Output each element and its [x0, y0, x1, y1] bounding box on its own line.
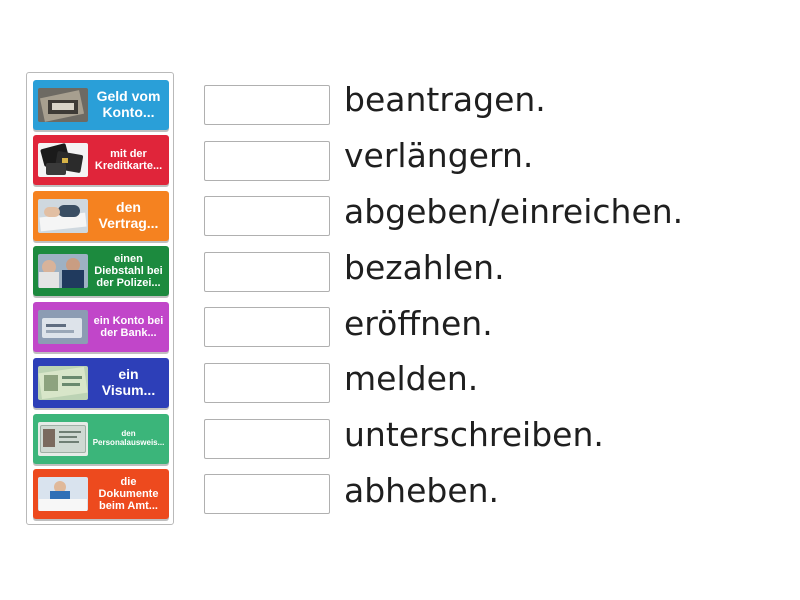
atm-cash-image [38, 88, 88, 122]
tile-mit-der-kreditkarte[interactable]: mit der Kreditkarte... [33, 135, 169, 185]
phrase-8: abheben. [344, 471, 500, 510]
phrase-1: beantragen. [344, 80, 546, 119]
tile-label: einen Diebstahl bei der Polizei... [94, 252, 163, 290]
drop-slot-4[interactable] [204, 252, 330, 292]
answer-tiles-palette: Geld vom Konto... mit der Kreditkarte...… [26, 72, 174, 525]
contract-signing-image [38, 199, 88, 233]
drop-slot-3[interactable] [204, 196, 330, 236]
tile-geld-vom-konto[interactable]: Geld vom Konto... [33, 80, 169, 130]
tile-label: den Personalausweis... [92, 430, 165, 447]
drop-slot-2[interactable] [204, 141, 330, 181]
tile-label: mit der Kreditkarte... [94, 147, 163, 172]
tile-den-vertrag[interactable]: den Vertrag... [33, 191, 169, 241]
tile-einen-diebstahl[interactable]: einen Diebstahl bei der Polizei... [33, 246, 169, 296]
credit-cards-image [38, 143, 88, 177]
office-documents-image [38, 477, 88, 511]
visa-passport-image [38, 366, 88, 400]
tile-die-dokumente[interactable]: die Dokumente beim Amt... [33, 469, 169, 519]
phrase-5: eröffnen. [344, 304, 493, 343]
phrase-3: abgeben/einreichen. [344, 192, 684, 231]
phrase-2: verlängern. [344, 136, 534, 175]
tile-label: den Vertrag... [98, 200, 159, 231]
tile-label: ein Konto bei der Bank... [93, 314, 164, 339]
tile-label: Geld vom Konto... [96, 89, 161, 120]
drop-slot-5[interactable] [204, 307, 330, 347]
tile-ein-konto[interactable]: ein Konto bei der Bank... [33, 302, 169, 352]
phrase-4: bezahlen. [344, 248, 505, 287]
id-card-image [38, 422, 88, 456]
police-report-image [38, 254, 88, 288]
drop-slot-1[interactable] [204, 85, 330, 125]
tile-ein-visum[interactable]: ein Visum... [33, 358, 169, 408]
phrase-6: melden. [344, 359, 479, 398]
drop-slot-7[interactable] [204, 419, 330, 459]
bank-card-image [38, 310, 88, 344]
tile-label: die Dokumente beim Amt... [98, 475, 159, 513]
tile-label: ein Visum... [101, 367, 156, 398]
phrase-7: unterschreiben. [344, 415, 604, 454]
drop-slot-6[interactable] [204, 363, 330, 403]
tile-den-personalausweis[interactable]: den Personalausweis... [33, 414, 169, 464]
drop-slot-8[interactable] [204, 474, 330, 514]
